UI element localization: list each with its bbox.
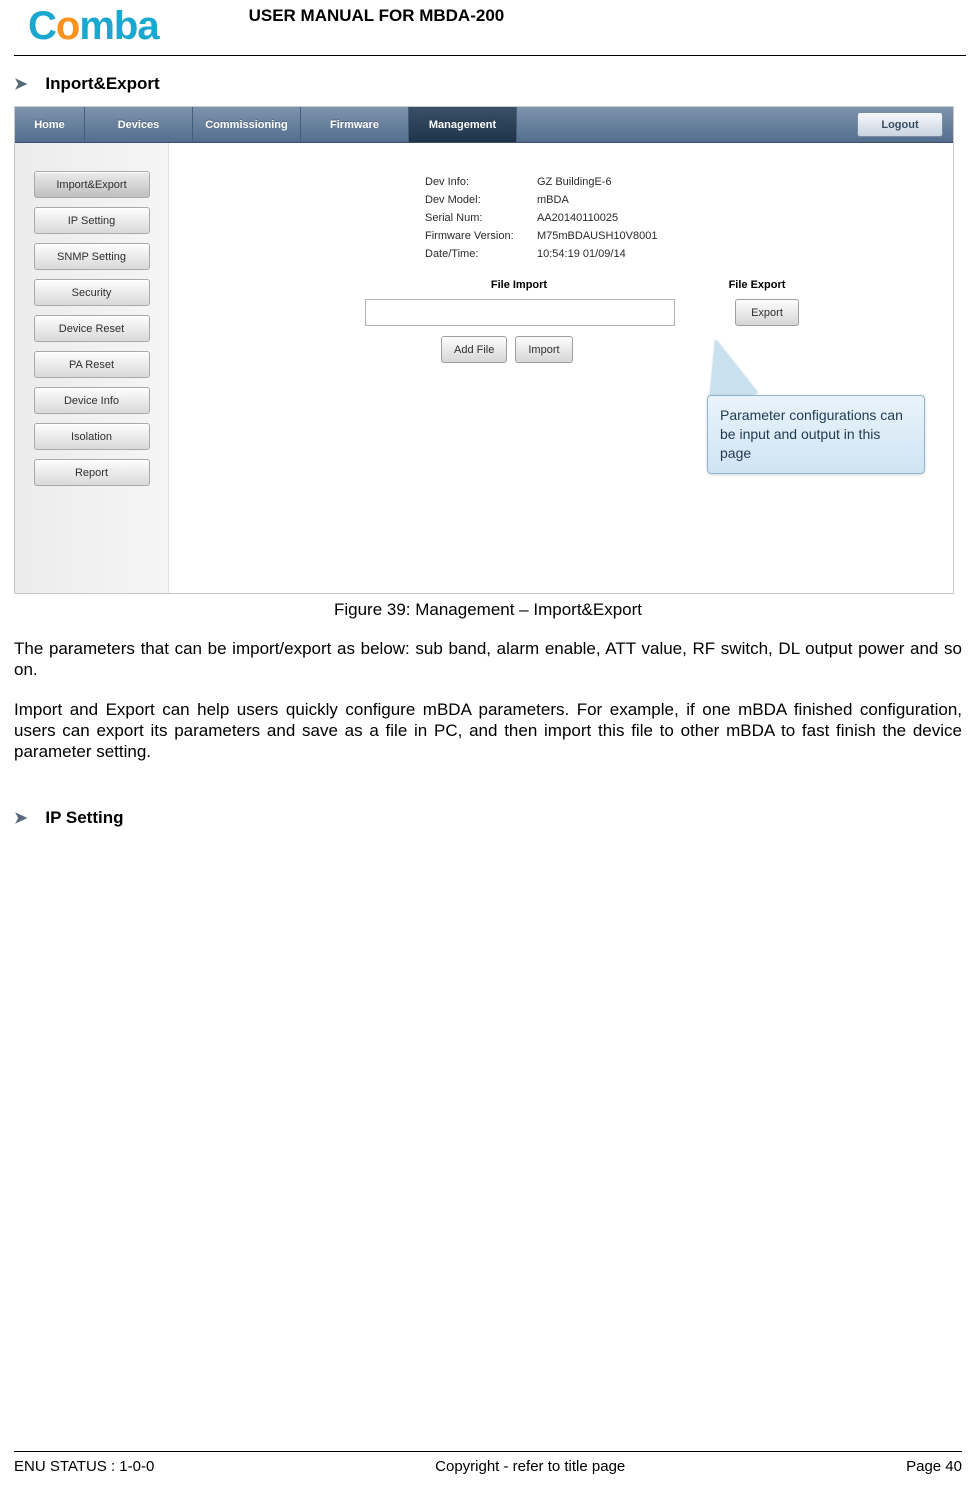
file-path-input[interactable] <box>365 299 675 326</box>
page-footer: ENU STATUS : 1-0-0 Copyright - refer to … <box>14 1451 962 1475</box>
sidebar-item-snmp-setting[interactable]: SNMP Setting <box>34 243 150 270</box>
firmware-version-label: Firmware Version: <box>425 230 537 242</box>
sidebar-item-device-info[interactable]: Device Info <box>34 387 150 414</box>
export-button[interactable]: Export <box>735 299 799 326</box>
figure-caption: Figure 39: Management – Import&Export <box>0 594 976 638</box>
sidebar-item-isolation[interactable]: Isolation <box>34 423 150 450</box>
section-heading-import-export: Inport&Export <box>45 74 159 94</box>
document-title: USER MANUAL FOR MBDA-200 <box>159 4 966 26</box>
dev-model-label: Dev Model: <box>425 194 537 206</box>
sidebar: Import&Export IP Setting SNMP Setting Se… <box>15 143 169 593</box>
date-time-label: Date/Time: <box>425 248 537 260</box>
callout-tooltip: Parameter configurations can be input an… <box>707 395 925 474</box>
sidebar-item-pa-reset[interactable]: PA Reset <box>34 351 150 378</box>
nav-tab-management[interactable]: Management <box>409 107 517 142</box>
sidebar-item-ip-setting[interactable]: IP Setting <box>34 207 150 234</box>
dev-info-label: Dev Info: <box>425 176 537 188</box>
sidebar-item-import-export[interactable]: Import&Export <box>34 171 150 198</box>
import-button[interactable]: Import <box>515 336 572 363</box>
sidebar-item-report[interactable]: Report <box>34 459 150 486</box>
nav-tab-home[interactable]: Home <box>15 107 85 142</box>
serial-num-label: Serial Num: <box>425 212 537 224</box>
figure-screenshot: Home Devices Commissioning Firmware Mana… <box>14 106 954 594</box>
file-import-heading: File Import <box>361 279 677 291</box>
firmware-version-value: M75mBDAUSH10V8001 <box>537 230 657 242</box>
footer-page-number: Page 40 <box>906 1458 962 1475</box>
file-export-heading: File Export <box>677 279 837 291</box>
dev-info-value: GZ BuildingE-6 <box>537 176 612 188</box>
nav-tab-firmware[interactable]: Firmware <box>301 107 409 142</box>
footer-copyright: Copyright - refer to title page <box>435 1458 625 1475</box>
section-heading-ip-setting: IP Setting <box>45 808 123 828</box>
paragraph-parameters: The parameters that can be import/export… <box>0 638 976 681</box>
main-content: Dev Info: GZ BuildingE-6 Dev Model: mBDA… <box>169 143 953 593</box>
chevron-right-icon: ➤ <box>14 808 27 828</box>
sidebar-item-security[interactable]: Security <box>34 279 150 306</box>
top-nav: Home Devices Commissioning Firmware Mana… <box>15 107 953 143</box>
date-time-value: 10:54:19 01/09/14 <box>537 248 626 260</box>
dev-model-value: mBDA <box>537 194 569 206</box>
add-file-button[interactable]: Add File <box>441 336 507 363</box>
nav-tab-commissioning[interactable]: Commissioning <box>193 107 301 142</box>
footer-status: ENU STATUS : 1-0-0 <box>14 1458 154 1475</box>
serial-num-value: AA20140110025 <box>537 212 618 224</box>
company-logo: Comba <box>28 4 159 49</box>
device-info-block: Dev Info: GZ BuildingE-6 Dev Model: mBDA… <box>425 173 917 263</box>
logout-button[interactable]: Logout <box>857 112 943 137</box>
chevron-right-icon: ➤ <box>14 74 27 94</box>
sidebar-item-device-reset[interactable]: Device Reset <box>34 315 150 342</box>
paragraph-import-export: Import and Export can help users quickly… <box>0 699 976 763</box>
nav-tab-devices[interactable]: Devices <box>85 107 193 142</box>
